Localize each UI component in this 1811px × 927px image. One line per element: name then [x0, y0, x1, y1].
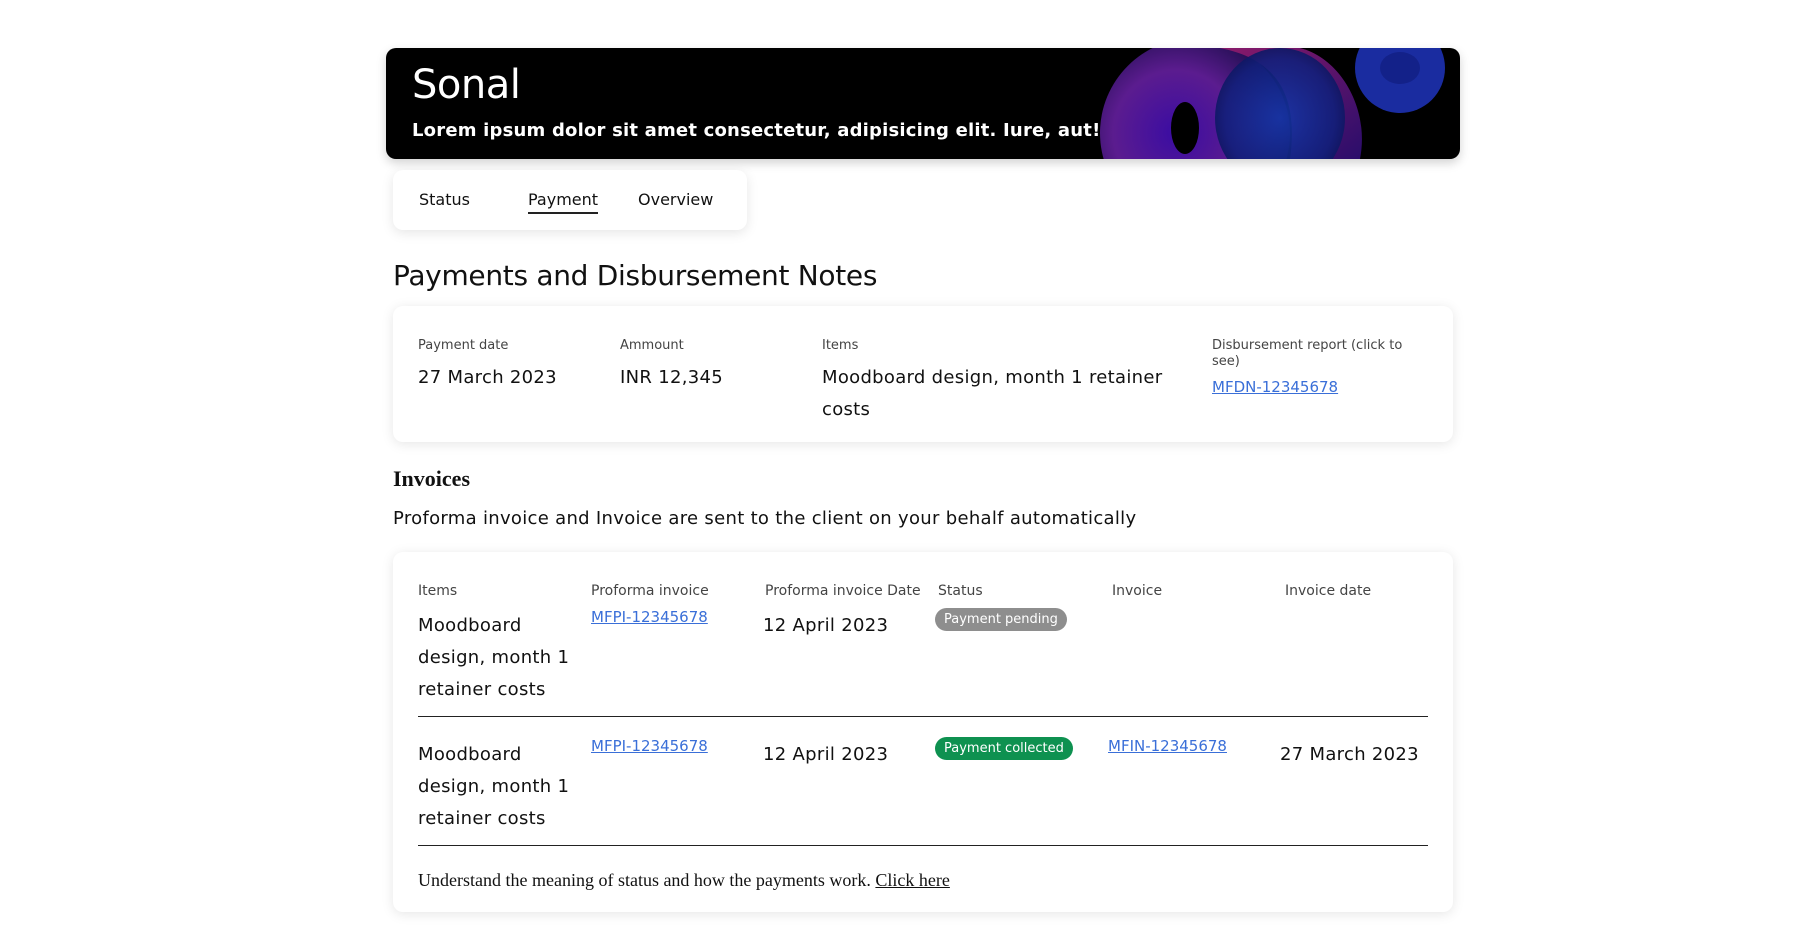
header-status: Status	[938, 583, 983, 599]
hero-title: Sonal	[412, 62, 521, 108]
abstract-art-graphic	[1100, 48, 1445, 159]
items-value: Moodboard design, month 1 retainer costs	[822, 367, 1163, 420]
invoices-title: Invoices	[393, 466, 470, 491]
status-help-link[interactable]: Click here	[875, 870, 949, 890]
header-items: Items	[418, 583, 458, 599]
disbursement-report-link[interactable]: MFDN-12345678	[1212, 378, 1338, 396]
amount-value: INR 12,345	[620, 367, 723, 388]
status-help-note: Understand the meaning of status and how…	[418, 870, 950, 891]
payment-date-label: Payment date	[418, 338, 509, 353]
items-label: Items	[822, 338, 859, 353]
invoices-description: Proforma invoice and Invoice are sent to…	[393, 508, 1137, 529]
status-help-text: Understand the meaning of status and how…	[418, 870, 871, 890]
row-divider	[418, 716, 1428, 717]
invoice-link[interactable]: MFIN-12345678	[1108, 737, 1227, 755]
disbursement-report-field: Disbursement report (click to see) MFDN-…	[1212, 338, 1412, 397]
table-row: Moodboard design, month 1 retainer costs…	[418, 737, 1428, 839]
hero-subtitle: Lorem ipsum dolor sit amet consectetur, …	[412, 120, 1101, 141]
proforma-invoice-link[interactable]: MFPI-12345678	[591, 737, 708, 755]
items-field: Items Moodboard design, month 1 retainer…	[822, 338, 1172, 426]
status-badge-pending: Payment pending	[935, 608, 1067, 631]
invoice-date: 27 March 2023	[1280, 744, 1419, 765]
table-row: Moodboard design, month 1 retainer costs…	[418, 608, 1428, 710]
header-proforma-invoice-date: Proforma invoice Date	[765, 583, 921, 599]
amount-field: Ammount INR 12,345	[620, 338, 800, 394]
payment-date-value: 27 March 2023	[418, 367, 557, 388]
row-item: Moodboard design, month 1 retainer costs	[418, 615, 570, 700]
tab-bar: Status Payment Overview	[393, 170, 747, 230]
tab-overview[interactable]: Overview	[638, 190, 713, 212]
header-proforma-invoice: Proforma invoice	[591, 583, 709, 599]
invoices-card: Items Proforma invoice Proforma invoice …	[393, 552, 1453, 912]
row-item: Moodboard design, month 1 retainer costs	[418, 744, 570, 829]
proforma-invoice-date: 12 April 2023	[763, 744, 889, 765]
disbursement-report-label: Disbursement report (click to see)	[1212, 338, 1403, 369]
page-container: Sonal Lorem ipsum dolor sit amet consect…	[386, 48, 1460, 912]
proforma-invoice-date: 12 April 2023	[763, 615, 889, 636]
row-divider	[418, 845, 1428, 846]
hero-banner: Sonal Lorem ipsum dolor sit amet consect…	[386, 48, 1460, 159]
amount-label: Ammount	[620, 338, 684, 353]
payment-date-field: Payment date 27 March 2023	[418, 338, 598, 394]
section-title: Payments and Disbursement Notes	[393, 259, 878, 292]
header-invoice-date: Invoice date	[1285, 583, 1372, 599]
tab-status[interactable]: Status	[419, 190, 470, 212]
payment-card: Payment date 27 March 2023 Ammount INR 1…	[393, 306, 1453, 442]
tab-payment[interactable]: Payment	[528, 190, 599, 214]
proforma-invoice-link[interactable]: MFPI-12345678	[591, 608, 708, 626]
status-badge-collected: Payment collected	[935, 737, 1073, 760]
header-invoice: Invoice	[1112, 583, 1163, 599]
